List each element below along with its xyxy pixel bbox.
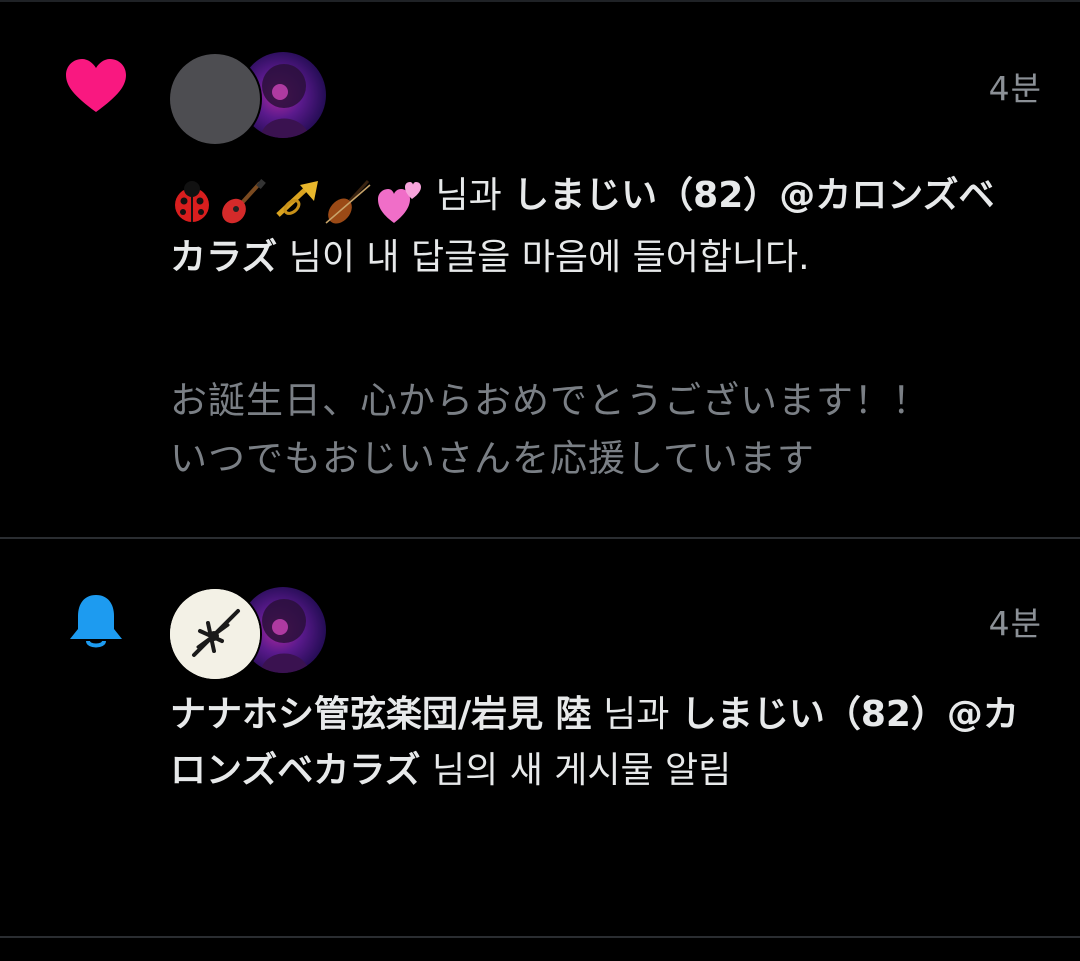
notification-text: ナナホシ管弦楽団/岩見 陸 님과 しまじい（82）@カロンズベカラズ 님의 새 … — [170, 687, 1020, 799]
avatar[interactable] — [170, 54, 260, 144]
notification-like[interactable]: 4분 🐞🎸🎺🎻💕 — [0, 2, 1080, 539]
avatar[interactable] — [170, 589, 260, 679]
two-hearts-icon — [378, 182, 421, 223]
user-name-1[interactable]: ナナホシ管弦楽団/岩見 陸 — [170, 694, 592, 735]
connector-text: 님과 — [591, 694, 681, 735]
preview-line: いつでもおじいさんを応援しています — [170, 437, 815, 480]
violin-icon — [325, 179, 371, 224]
preview-line: お誕生日、心からおめでとうございます！！ — [170, 379, 930, 422]
avatar-group[interactable] — [170, 587, 330, 679]
timestamp: 4분 — [988, 69, 1042, 108]
heart-icon — [64, 56, 128, 120]
action-text: 님이 내 답글을 마음에 들어합니다. — [277, 237, 810, 278]
ladybug-icon — [175, 181, 209, 222]
action-text: 님의 새 게시물 알림 — [420, 750, 732, 791]
notification-text: 🐞🎸🎺🎻💕 — [170, 168, 1020, 286]
guitar-icon — [222, 179, 266, 224]
display-name-emoji[interactable]: 🐞🎸🎺🎻💕 — [170, 174, 424, 230]
reply-preview[interactable]: お誕生日、心からおめでとうございます！！ いつでもおじいさんを応援しています — [170, 372, 1050, 488]
avatar-group[interactable] — [170, 52, 330, 144]
notification-new-post[interactable]: 4분 ナナホシ管弦楽団/岩見 陸 님과 しまじい（82）@カロンズベカラズ 님의… — [0, 539, 1080, 938]
connector-text: 님과 — [424, 175, 514, 216]
bell-icon — [64, 589, 128, 653]
trumpet-icon — [276, 181, 318, 217]
timestamp: 4분 — [988, 604, 1042, 643]
